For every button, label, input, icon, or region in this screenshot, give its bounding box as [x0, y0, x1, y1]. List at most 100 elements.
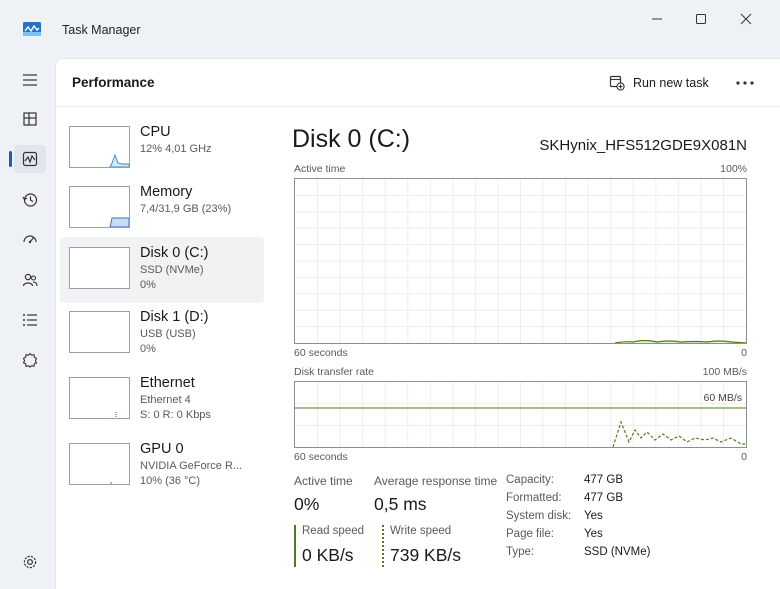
prop-formatted-value: 477 GB	[584, 492, 623, 504]
active-time-graph-x-left: 60 seconds	[294, 347, 348, 359]
avg-response-stat-label: Average response time	[374, 474, 498, 488]
active-time-graph-x-right: 0	[741, 347, 747, 359]
transfer-rate-graph-label: Disk transfer rate	[294, 366, 374, 378]
nav-services[interactable]	[14, 346, 46, 374]
active-time-graph-label: Active time	[294, 163, 346, 175]
write-speed-label: Write speed	[390, 525, 452, 537]
transfer-rate-graph-svg	[295, 382, 746, 448]
prop-system-disk-label: System disk:	[506, 510, 572, 522]
transfer-rate-graph-max: 100 MB/s	[702, 366, 747, 378]
device-sub: 7,4/31,9 GB (23%)	[140, 203, 232, 215]
device-sub: Ethernet 4	[140, 394, 191, 406]
avg-response-stat-value: 0,5 ms	[374, 494, 427, 514]
write-speed-indicator	[382, 525, 384, 567]
close-icon	[740, 13, 752, 25]
startup-apps-icon	[23, 235, 37, 244]
maximize-icon	[696, 14, 706, 24]
read-speed-value: 0 KB/s	[302, 545, 354, 565]
run-new-task-icon	[609, 75, 625, 91]
device-sub: 12% 4,01 GHz	[140, 143, 212, 155]
device-name: Ethernet	[140, 375, 195, 391]
more-options-icon	[736, 81, 754, 85]
active-nav-indicator	[9, 151, 12, 167]
device-sub-usage: 0%	[140, 279, 156, 291]
ethernet-thumbnail-graph	[69, 377, 130, 419]
prop-formatted-label: Formatted:	[506, 492, 562, 504]
read-speed-label: Read speed	[302, 525, 365, 537]
prop-page-file-value: Yes	[584, 528, 603, 540]
device-item-ethernet[interactable]: Ethernet Ethernet 4 S: 0 R: 0 Kbps	[60, 369, 264, 435]
write-speed-value: 739 KB/s	[390, 545, 462, 565]
device-name: CPU	[140, 124, 171, 140]
device-name: Memory	[140, 184, 193, 200]
prop-capacity-label: Capacity:	[506, 474, 554, 486]
more-options-button[interactable]	[734, 73, 756, 93]
transfer-rate-graph: 60 MB/s	[294, 381, 747, 448]
device-name: GPU 0	[140, 441, 184, 457]
disk-title: Disk 0 (C:)	[292, 125, 411, 153]
nav-details[interactable]	[14, 306, 46, 334]
run-new-task-button[interactable]: Run new task	[609, 72, 709, 94]
processes-icon	[23, 112, 37, 126]
device-item-cpu[interactable]: CPU 12% 4,01 GHz	[60, 118, 264, 184]
active-time-stat-value: 0%	[294, 494, 320, 514]
device-sub: SSD (NVMe)	[140, 264, 204, 276]
device-sub-usage: 0%	[140, 343, 156, 355]
prop-type-label: Type:	[506, 546, 535, 558]
cpu-thumbnail-graph	[69, 126, 130, 168]
task-manager-app-icon	[23, 22, 41, 36]
close-button[interactable]	[726, 8, 766, 30]
window-title: Task Manager	[62, 23, 141, 37]
performance-panel: Performance Run new task CPU 12% 4,01 GH…	[55, 58, 780, 589]
users-icon	[22, 273, 38, 287]
device-sub-usage: S: 0 R: 0 Kbps	[140, 409, 211, 421]
performance-icon	[22, 151, 38, 167]
device-sub: USB (USB)	[140, 328, 196, 340]
active-time-trace	[614, 339, 747, 344]
hamburger-menu-icon	[23, 74, 37, 86]
active-time-graph-svg	[295, 179, 747, 344]
memory-thumbnail-graph	[69, 186, 130, 228]
prop-system-disk-value: Yes	[584, 510, 603, 522]
prop-type-value: SSD (NVMe)	[584, 546, 651, 558]
minimize-button[interactable]	[637, 8, 677, 30]
device-item-memory[interactable]: Memory 7,4/31,9 GB (23%)	[60, 178, 264, 244]
nav-startup-apps[interactable]	[14, 226, 46, 254]
prop-capacity-value: 477 GB	[584, 474, 623, 486]
nav-users[interactable]	[14, 266, 46, 294]
gpu-0-thumbnail-graph	[69, 443, 130, 485]
active-time-graph-max: 100%	[720, 163, 747, 175]
minimize-icon	[652, 18, 662, 20]
nav-processes[interactable]	[14, 105, 46, 133]
panel-header: Performance Run new task	[56, 59, 780, 107]
device-sub-usage: 10% (36 °C)	[140, 475, 201, 487]
transfer-rate-graph-x-right: 0	[741, 451, 747, 463]
task-manager-window: Task Manager Performance Run new task CP…	[0, 0, 780, 589]
details-icon	[23, 314, 37, 326]
nav-settings[interactable]	[14, 548, 46, 576]
nav-performance[interactable]	[14, 145, 46, 173]
read-speed-indicator	[294, 525, 296, 567]
transfer-rate-graph-x-left: 60 seconds	[294, 451, 348, 463]
services-icon	[22, 352, 38, 368]
device-item-gpu-0[interactable]: GPU 0 NVIDIA GeForce R... 10% (36 °C)	[60, 435, 264, 501]
disk-model: SKHynix_HFS512GDE9X081N	[539, 137, 747, 154]
maximize-button[interactable]	[681, 8, 721, 30]
device-item-disk-0[interactable]: Disk 0 (C:) SSD (NVMe) 0%	[60, 237, 264, 303]
device-name: Disk 0 (C:)	[140, 245, 209, 261]
app-history-icon	[22, 193, 38, 207]
device-name: Disk 1 (D:)	[140, 309, 209, 325]
nav-app-history[interactable]	[14, 186, 46, 214]
run-new-task-label: Run new task	[633, 76, 709, 90]
active-time-graph	[294, 178, 747, 344]
device-sub: NVIDIA GeForce R...	[140, 460, 243, 472]
title-bar[interactable]: Task Manager	[0, 0, 780, 58]
disk-1-thumbnail-graph	[69, 311, 130, 353]
settings-icon	[23, 555, 37, 569]
active-time-stat-label: Active time	[294, 474, 353, 488]
transfer-rate-line-label: 60 MB/s	[703, 392, 742, 404]
page-title: Performance	[72, 75, 155, 90]
hamburger-menu-button[interactable]	[14, 66, 46, 94]
device-item-disk-1[interactable]: Disk 1 (D:) USB (USB) 0%	[60, 303, 264, 369]
prop-page-file-label: Page file:	[506, 528, 554, 540]
